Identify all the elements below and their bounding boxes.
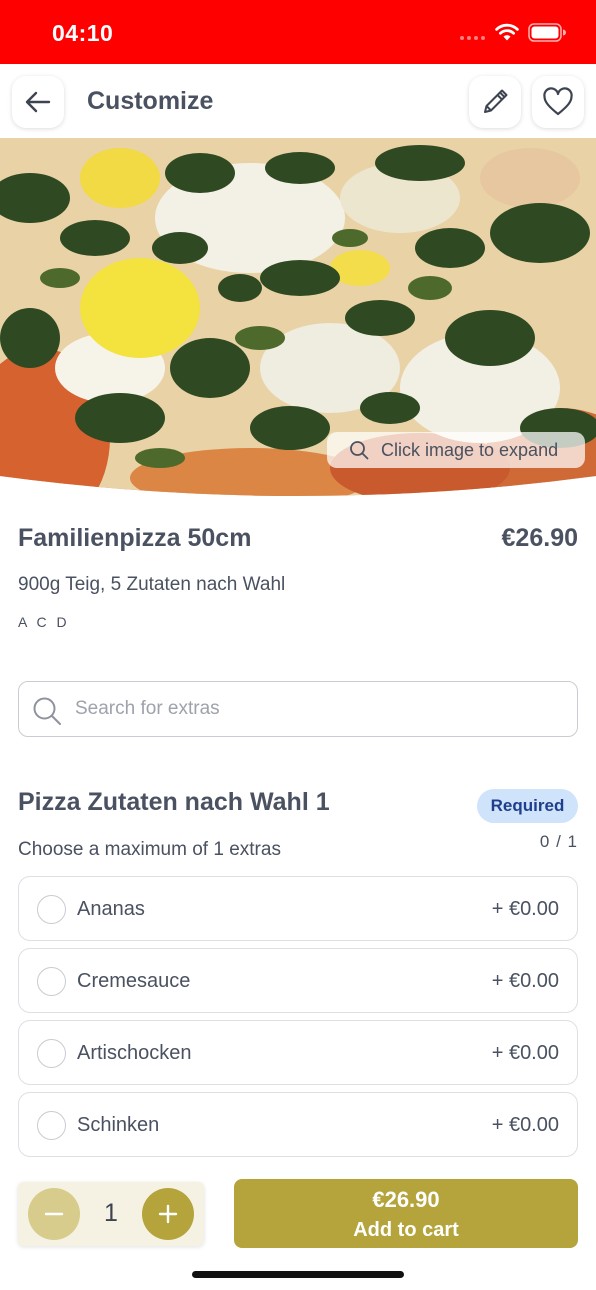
- decrease-quantity-button[interactable]: [28, 1188, 80, 1240]
- arrow-left-icon: [25, 91, 51, 113]
- extras-search-input[interactable]: [75, 692, 565, 726]
- extras-search-field[interactable]: [18, 681, 578, 737]
- option-ananas[interactable]: Ananas + €0.00: [18, 876, 578, 941]
- radio-button[interactable]: [37, 1039, 66, 1068]
- pencil-icon: [484, 89, 508, 113]
- search-icon: [350, 441, 369, 460]
- status-time: 04:10: [52, 20, 114, 46]
- product-image[interactable]: Click image to expand: [0, 138, 596, 496]
- option-schinken[interactable]: Schinken + €0.00: [18, 1092, 578, 1157]
- radio-button[interactable]: [37, 967, 66, 996]
- status-bar: 04:10: [0, 0, 596, 64]
- product-price: €26.90: [501, 524, 578, 552]
- page-title: Customize: [87, 87, 214, 115]
- cart-total-price: €26.90: [372, 1187, 440, 1212]
- top-bar: Customize: [0, 64, 596, 138]
- option-label: Artischocken: [77, 1042, 192, 1064]
- increase-quantity-button[interactable]: [142, 1188, 194, 1240]
- option-price: + €0.00: [491, 970, 559, 992]
- product-description: 900g Teig, 5 Zutaten nach Wahl: [18, 574, 286, 595]
- option-price: + €0.00: [491, 1042, 559, 1064]
- radio-button[interactable]: [37, 1111, 66, 1140]
- back-button[interactable]: [12, 76, 64, 128]
- option-artischocken[interactable]: Artischocken + €0.00: [18, 1020, 578, 1085]
- edit-button[interactable]: [469, 76, 521, 128]
- quantity-stepper: 1: [18, 1182, 204, 1246]
- add-to-cart-label: Add to cart: [353, 1219, 459, 1241]
- minus-icon: [44, 1212, 64, 1216]
- home-indicator: [192, 1271, 404, 1278]
- option-cremesauce[interactable]: Cremesauce + €0.00: [18, 948, 578, 1013]
- signal-icon: [460, 36, 485, 40]
- plus-icon: [158, 1204, 178, 1224]
- option-label: Ananas: [77, 898, 145, 920]
- favorite-button[interactable]: [532, 76, 584, 128]
- product-name: Familienpizza 50cm: [18, 524, 252, 552]
- expand-hint-text: Click image to expand: [381, 439, 559, 460]
- option-label: Cremesauce: [77, 970, 191, 992]
- option-group-subtitle: Choose a maximum of 1 extras: [18, 839, 281, 860]
- radio-button[interactable]: [37, 895, 66, 924]
- required-badge: Required: [477, 789, 578, 823]
- option-group-title: Pizza Zutaten nach Wahl 1: [18, 788, 330, 816]
- option-label: Schinken: [77, 1114, 160, 1136]
- search-icon: [33, 697, 61, 725]
- battery-icon: [528, 23, 566, 42]
- option-price: + €0.00: [491, 1114, 559, 1136]
- heart-icon: [543, 87, 573, 116]
- wifi-icon: [495, 23, 519, 41]
- quantity-value: 1: [104, 1199, 118, 1227]
- add-to-cart-button[interactable]: €26.90 Add to cart: [234, 1179, 578, 1248]
- selection-count: 0 / 1: [539, 832, 578, 851]
- expand-image-hint[interactable]: Click image to expand: [327, 432, 585, 468]
- option-price: + €0.00: [491, 898, 559, 920]
- allergen-codes: A C D: [18, 614, 70, 630]
